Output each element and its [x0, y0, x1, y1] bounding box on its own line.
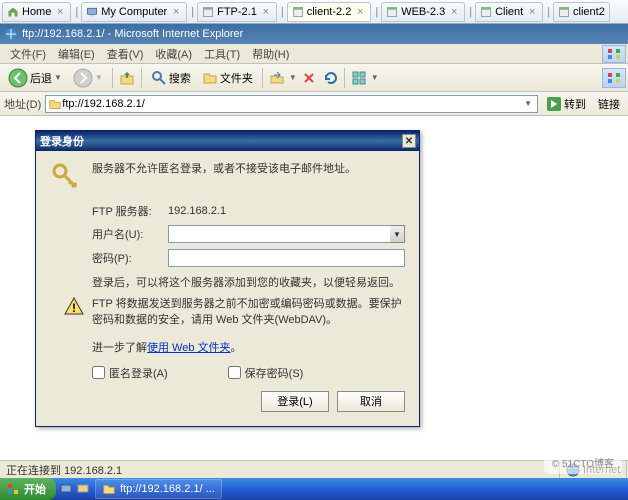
- taskbar-task[interactable]: ftp://192.168.2.1/ ...: [95, 479, 222, 499]
- dialog-warning: FTP 将数据发送到服务器之前不加密或编码密码或数据。要保护密码和数据的安全，请…: [92, 296, 405, 329]
- close-icon[interactable]: ×: [448, 6, 460, 18]
- menu-file[interactable]: 文件(F): [4, 44, 52, 64]
- tab-client[interactable]: Client×: [475, 2, 543, 22]
- username-label: 用户名(U):: [92, 226, 168, 242]
- folders-label: 文件夹: [220, 70, 253, 86]
- login-dialog: 登录身份 ✕ 服务器不允许匿名登录，或者不接受该电子邮件地址。 FTP 服务器:…: [35, 130, 420, 427]
- password-label: 密码(P):: [92, 250, 168, 266]
- menu-fav[interactable]: 收藏(A): [149, 44, 198, 64]
- tab-label: My Computer: [101, 6, 167, 18]
- links-button[interactable]: 链接: [594, 96, 624, 112]
- folder-icon: [102, 482, 116, 496]
- username-dropdown[interactable]: ▼: [390, 225, 405, 243]
- dialog-title: 登录身份: [40, 133, 84, 149]
- close-icon[interactable]: ×: [354, 6, 366, 18]
- copy-to-button[interactable]: [268, 69, 286, 87]
- close-icon[interactable]: ×: [54, 6, 66, 18]
- menu-bar: 文件(F) 编辑(E) 查看(V) 收藏(A) 工具(T) 帮助(H): [0, 44, 628, 64]
- tab-web23[interactable]: WEB-2.3×: [381, 2, 465, 22]
- go-label: 转到: [564, 96, 586, 112]
- start-button[interactable]: 开始: [0, 478, 56, 500]
- address-input[interactable]: [62, 98, 521, 110]
- save-password-checkbox[interactable]: [228, 366, 241, 379]
- forward-button[interactable]: ▼: [69, 66, 107, 90]
- go-button[interactable]: 转到: [542, 96, 590, 112]
- username-input[interactable]: [168, 225, 390, 243]
- search-button[interactable]: 搜索: [147, 68, 195, 88]
- server-label: FTP 服务器:: [92, 203, 168, 219]
- window-title: ftp://192.168.2.1/ - Microsoft Internet …: [22, 28, 243, 40]
- up-button[interactable]: [118, 69, 136, 87]
- folder-icon: [48, 97, 62, 111]
- close-icon[interactable]: ×: [260, 6, 272, 18]
- tab-label: Home: [22, 6, 51, 18]
- views-button[interactable]: [350, 69, 368, 87]
- tab-computer[interactable]: My Computer×: [81, 2, 187, 22]
- toolbar: 后退 ▼ ▼ 搜索 文件夹 ▼ ▼: [0, 64, 628, 92]
- start-label: 开始: [24, 481, 46, 497]
- login-button[interactable]: 登录(L): [261, 391, 329, 412]
- ie-icon: [4, 27, 18, 41]
- menu-edit[interactable]: 编辑(E): [52, 44, 101, 64]
- dialog-close-button[interactable]: ✕: [402, 134, 416, 148]
- address-field-wrapper: ▼: [45, 95, 538, 113]
- ie-logo-icon: [602, 45, 626, 63]
- webdav-link[interactable]: 使用 Web 文件夹: [147, 342, 231, 354]
- folders-button[interactable]: 文件夹: [198, 68, 257, 88]
- close-icon[interactable]: ×: [170, 6, 182, 18]
- task-label: ftp://192.168.2.1/ ...: [120, 483, 215, 495]
- tab-ftp21[interactable]: FTP-2.1×: [197, 2, 277, 22]
- password-input[interactable]: [168, 249, 405, 267]
- menu-help[interactable]: 帮助(H): [246, 44, 295, 64]
- menu-tools[interactable]: 工具(T): [198, 44, 246, 64]
- quick-launch: [56, 482, 93, 496]
- taskbar: 开始 ftp://192.168.2.1/ ...: [0, 478, 628, 500]
- server-value: 192.168.2.1: [168, 205, 226, 217]
- address-bar: 地址(D) ▼ 转到 链接: [0, 92, 628, 116]
- ql-icon[interactable]: [76, 482, 90, 496]
- keys-icon: [50, 161, 82, 193]
- back-label: 后退: [30, 70, 52, 86]
- tab-label: client-2.2: [307, 6, 352, 18]
- tab-label: WEB-2.3: [401, 6, 445, 18]
- svg-text:!: !: [72, 301, 76, 315]
- dropdown-icon[interactable]: ▼: [521, 99, 535, 108]
- dialog-note: 登录后，可以将这个服务器添加到您的收藏夹，以便轻易返回。: [92, 275, 405, 292]
- anonymous-checkbox[interactable]: [92, 366, 105, 379]
- host-tabs: Home× | My Computer× | FTP-2.1× | client…: [0, 0, 628, 24]
- menu-view[interactable]: 查看(V): [101, 44, 150, 64]
- close-icon[interactable]: ×: [526, 6, 538, 18]
- dialog-link-row: 进一步了解使用 Web 文件夹。: [92, 339, 405, 355]
- cancel-button[interactable]: 取消: [337, 391, 405, 412]
- throbber-icon: [602, 68, 626, 88]
- watermark: © 51CTO博客: [544, 451, 622, 474]
- status-text: 正在连接到 192.168.2.1: [0, 461, 560, 478]
- tab-client22[interactable]: client-2.2×: [287, 2, 372, 22]
- tab-home[interactable]: Home×: [2, 2, 71, 22]
- tab-label: Client: [495, 6, 523, 18]
- title-bar: ftp://192.168.2.1/ - Microsoft Internet …: [0, 24, 628, 44]
- dialog-message: 服务器不允许匿名登录，或者不接受该电子邮件地址。: [92, 161, 405, 178]
- delete-button[interactable]: [300, 69, 318, 87]
- back-button[interactable]: 后退 ▼: [4, 66, 66, 90]
- tab-label: FTP-2.1: [217, 6, 257, 18]
- save-password-checkbox-label[interactable]: 保存密码(S): [228, 365, 304, 381]
- tab-label: client2: [573, 6, 605, 18]
- anonymous-checkbox-label[interactable]: 匿名登录(A): [92, 365, 168, 381]
- search-label: 搜索: [169, 70, 191, 86]
- dialog-title-bar[interactable]: 登录身份 ✕: [36, 131, 419, 151]
- status-bar: 正在连接到 192.168.2.1 Internet: [0, 460, 628, 478]
- tab-client2[interactable]: client2: [553, 2, 610, 22]
- undo-button[interactable]: [321, 69, 339, 87]
- address-label: 地址(D): [4, 96, 41, 112]
- warning-icon: !: [64, 296, 84, 316]
- ql-icon[interactable]: [59, 482, 73, 496]
